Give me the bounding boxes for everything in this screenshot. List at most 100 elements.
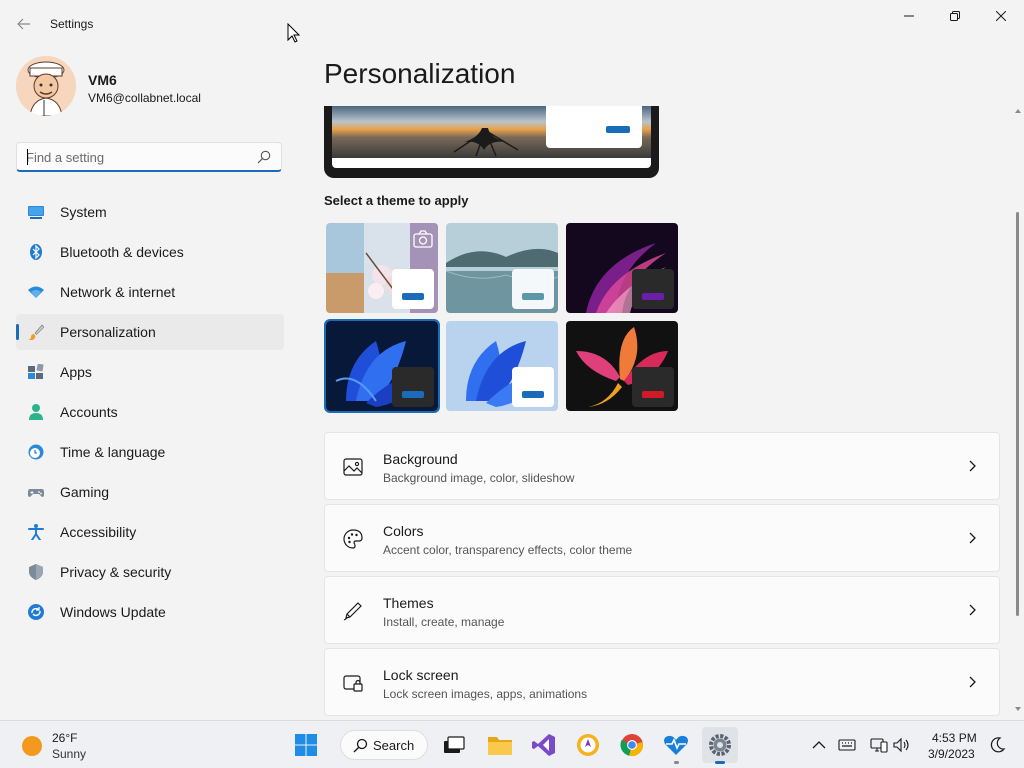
card-subtitle: Install, create, manage [383, 615, 505, 629]
pen-icon [343, 602, 362, 621]
wifi-icon [28, 286, 44, 298]
sidebar-item-network[interactable]: Network & internet [16, 274, 284, 310]
minimize-button[interactable] [886, 0, 932, 32]
clock-date: 3/9/2023 [928, 747, 975, 761]
task-view-icon [444, 736, 465, 753]
network-icon[interactable] [870, 736, 888, 754]
close-button[interactable] [978, 0, 1024, 32]
sidebar-item-bluetooth[interactable]: Bluetooth & devices [16, 234, 284, 270]
sidebar-item-personalization[interactable]: Personalization [16, 314, 284, 350]
sidebar-item-apps[interactable]: Apps [16, 354, 284, 390]
search-icon[interactable] [257, 150, 271, 164]
focus-assist-moon-icon[interactable] [988, 736, 1006, 754]
sidebar-item-windows-update[interactable]: Windows Update [16, 594, 284, 630]
title-bar: Settings [0, 0, 1024, 48]
card-title: Themes [383, 595, 434, 611]
folder-icon [488, 737, 512, 755]
shield-icon [29, 564, 43, 580]
image-icon [343, 458, 363, 476]
sidebar-item-privacy-security[interactable]: Privacy & security [16, 554, 284, 590]
text-caret [27, 149, 28, 165]
visual-studio-icon [532, 734, 555, 756]
theme-tile-bloom-light[interactable] [446, 321, 558, 411]
sidebar-item-accounts[interactable]: Accounts [16, 394, 284, 430]
colors-settings-card[interactable]: Colors Accent color, transparency effect… [324, 504, 1000, 572]
taskbar-search-label: Search [373, 738, 415, 753]
sidebar-item-system[interactable]: System [16, 194, 284, 230]
camera-icon [413, 230, 433, 248]
file-explorer-button[interactable] [482, 727, 518, 763]
windows-logo-icon [295, 734, 317, 756]
scroll-down-icon[interactable] [1014, 704, 1022, 714]
lock-screen-icon [343, 675, 363, 692]
back-button[interactable] [10, 12, 38, 36]
theme-tile-flower-dark[interactable] [566, 321, 678, 411]
bluetooth-icon [30, 244, 42, 260]
card-subtitle: Accent color, transparency effects, colo… [383, 543, 633, 557]
task-view-button[interactable] [436, 727, 472, 763]
card-subtitle: Background image, color, slideshow [383, 471, 575, 485]
card-subtitle: Lock screen images, apps, animations [383, 687, 588, 701]
settings-app-button[interactable] [702, 727, 738, 764]
sidebar-item-label: Accessibility [60, 524, 137, 540]
sidebar-item-label: Gaming [60, 484, 110, 500]
background-settings-card[interactable]: Background Background image, color, slid… [324, 432, 1000, 500]
chrome-icon [620, 734, 643, 756]
pinned-app-button[interactable] [570, 727, 606, 763]
system-icon [28, 206, 44, 219]
search-input[interactable] [26, 148, 246, 166]
lock-screen-settings-card[interactable]: Lock screen Lock screen images, apps, an… [324, 648, 1000, 716]
brush-icon [28, 324, 44, 340]
theme-preview [324, 106, 659, 178]
maximize-button[interactable] [932, 0, 978, 32]
clock-globe-icon [28, 444, 44, 460]
keyboard-icon[interactable] [838, 736, 856, 754]
accessibility-icon [28, 524, 44, 540]
chevron-right-icon [969, 676, 976, 688]
sidebar-item-label: Windows Update [60, 604, 166, 620]
theme-tile-flowers[interactable] [326, 223, 438, 313]
main-scrollbar[interactable] [1013, 106, 1023, 718]
theme-grid [324, 221, 684, 413]
gamepad-icon [28, 489, 44, 497]
taskbar-search-button[interactable]: Search [340, 730, 428, 760]
theme-tile-bloom-dark[interactable] [324, 319, 440, 413]
update-icon [28, 604, 44, 620]
mouse-cursor-icon [287, 23, 301, 43]
theme-tile-glow[interactable] [566, 223, 678, 313]
card-title: Lock screen [383, 667, 459, 683]
card-title: Background [383, 451, 458, 467]
sidebar-item-label: Accounts [60, 404, 118, 420]
weather-description: Sunny [52, 747, 87, 761]
health-app-button[interactable] [658, 727, 694, 764]
theme-tile-lake[interactable] [446, 223, 558, 313]
theme-window-sample [632, 269, 674, 309]
chevron-right-icon [969, 604, 976, 616]
chevron-up-icon[interactable] [810, 736, 828, 754]
themes-settings-card[interactable]: Themes Install, create, manage [324, 576, 1000, 644]
theme-window-sample [632, 367, 674, 407]
volume-icon[interactable] [892, 736, 910, 754]
user-profile[interactable]: VM6 VM6@collabnet.local [16, 56, 276, 120]
scroll-thumb[interactable] [1016, 212, 1019, 616]
start-button[interactable] [288, 727, 324, 763]
sidebar-item-label: Apps [60, 364, 92, 380]
search-box[interactable] [16, 142, 282, 172]
sidebar-item-label: Privacy & security [60, 564, 172, 580]
settings-window: Settings VM6 VM6@collabnet.local Find a … [0, 0, 1024, 720]
sidebar-item-gaming[interactable]: Gaming [16, 474, 284, 510]
sidebar-item-accessibility[interactable]: Accessibility [16, 514, 284, 550]
chrome-button[interactable] [614, 727, 650, 763]
taskbar: 26°F Sunny Search 4:53 PM 3/9/2023 [0, 720, 1024, 768]
sidebar-item-label: Personalization [60, 324, 156, 340]
heart-pulse-icon [664, 735, 688, 755]
restore-icon [950, 11, 960, 21]
sidebar-item-time-language[interactable]: Time & language [16, 434, 284, 470]
visual-studio-button[interactable] [526, 727, 562, 763]
theme-preview-screen [332, 106, 651, 168]
chevron-right-icon [969, 460, 976, 472]
user-email: VM6@collabnet.local [88, 91, 201, 105]
avatar-image [16, 56, 76, 116]
user-name: VM6 [88, 72, 117, 88]
scroll-up-icon[interactable] [1014, 106, 1022, 116]
